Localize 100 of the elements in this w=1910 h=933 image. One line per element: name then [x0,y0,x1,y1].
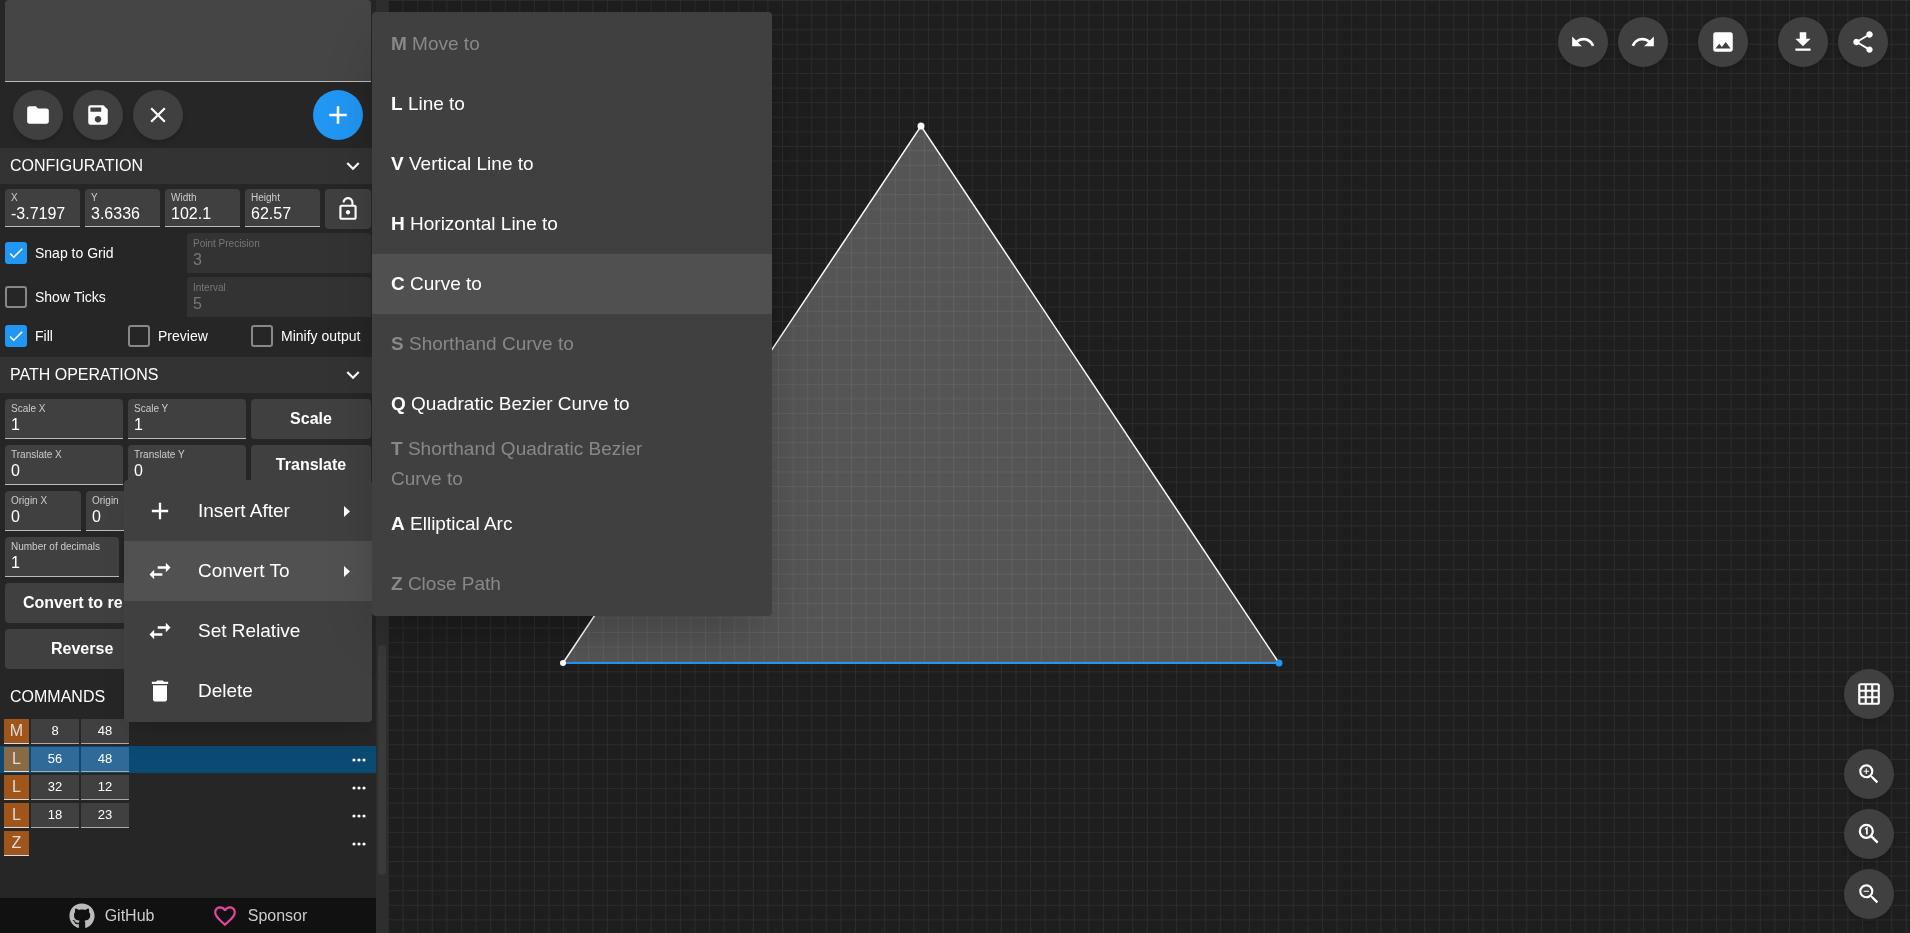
menu-item-label: Insert After [198,498,290,523]
lock-button[interactable] [325,189,371,229]
command-value[interactable]: 56 [31,747,79,772]
menu-item[interactable]: Set Relative [124,601,372,661]
redo-button[interactable] [1618,17,1668,67]
zoom-out-button[interactable] [1844,869,1894,919]
grid-button[interactable] [1844,669,1894,719]
text-field[interactable]: X -3.7197 [5,189,80,227]
command-value[interactable]: 48 [81,719,129,744]
menu-item[interactable]: Delete [124,661,372,721]
close-button[interactable] [133,90,183,140]
command-letter: L [4,803,29,828]
field-label: X [11,192,19,204]
command-value[interactable]: 12 [81,775,129,800]
share-icon [1850,29,1876,55]
field-label: Y [91,192,99,204]
checkbox[interactable] [5,286,27,308]
field-label: Translate X [11,449,63,461]
zoom-reset-button[interactable] [1844,809,1894,859]
footer-link[interactable]: GitHub [68,902,155,929]
more-icon[interactable] [352,785,366,790]
more-icon[interactable] [352,757,366,762]
command-row[interactable]: L 32 12 [0,774,376,801]
command-value[interactable]: 18 [31,803,79,828]
text-field[interactable]: Translate X 0 [5,445,123,485]
field-value: 1 [11,415,21,434]
zoom-in-button[interactable] [1844,749,1894,799]
submenu-arrow-icon [344,565,350,577]
text-field[interactable]: Scale Y 1 [128,399,246,439]
field-value: 0 [11,507,21,526]
github-icon [68,902,95,929]
field-value: 0 [11,461,21,480]
save-icon [85,102,111,128]
text-field[interactable]: Number of decimals 1 [5,537,119,577]
field-label: Point Precision [193,237,261,250]
grid-icon [1856,681,1882,707]
field-value: 5 [193,293,203,313]
save-button[interactable] [73,90,123,140]
submenu-item-label: C Curve to [391,272,483,296]
more-icon[interactable] [352,813,366,818]
share-button[interactable] [1838,17,1888,67]
command-row[interactable]: L 56 48 [0,746,376,773]
download-button[interactable] [1778,17,1828,67]
submenu-item[interactable]: L Line to [372,74,772,134]
checkbox[interactable] [251,325,273,347]
command-row[interactable]: M 8 48 [0,718,376,745]
more-icon[interactable] [352,841,366,846]
field-value: 1 [11,553,21,572]
field-value: 102.1 [171,204,213,223]
field-value: 1 [134,415,144,434]
text-field[interactable]: Scale X 1 [5,399,123,439]
command-value[interactable]: 32 [31,775,79,800]
command-letter: Z [4,831,29,856]
menu-item-label: Convert To [198,558,290,583]
submenu-item-label: Z Close Path [391,572,502,596]
command-value[interactable]: 23 [81,803,129,828]
menu-item[interactable]: Convert To [124,541,372,601]
menu-item-label: Delete [198,678,253,703]
field-label: Origin X [11,495,49,507]
field-label: Interval [193,281,227,294]
section-title: COMMANDS [10,687,106,707]
submenu-item-label: S Shorthand Curve to [391,332,575,356]
field-label: Translate Y [134,449,186,461]
field-value: 0 [134,461,144,480]
field-label: Origin [92,495,120,507]
submenu-arrow-icon [344,505,350,517]
undo-button[interactable] [1558,17,1608,67]
folder-button[interactable] [13,90,63,140]
command-value[interactable]: 8 [31,719,79,744]
submenu-item[interactable]: H Horizontal Line to [372,194,772,254]
text-field[interactable]: Height 62.57 [245,189,320,227]
footer-link[interactable]: Sponsor [211,902,308,929]
submenu-item[interactable]: A Elliptical Arc [372,494,772,554]
checkbox[interactable] [5,325,27,347]
field-label: Scale X [11,403,47,415]
checkbox-label: Preview [158,326,208,346]
submenu-item-label: V Vertical Line to [391,152,535,176]
field-label: Number of decimals [11,541,101,553]
checkbox[interactable] [128,325,150,347]
action-button[interactable]: Scale [251,399,371,439]
section-title: PATH OPERATIONS [10,365,159,385]
text-field[interactable]: Width 102.1 [165,189,240,227]
field-value: -3.7197 [11,204,67,223]
command-row[interactable]: Z [0,830,376,857]
export-image-button[interactable] [1698,17,1748,67]
submenu-item-label: T Shorthand Quadratic Bezier Curve to [391,437,644,491]
submenu-item[interactable]: C Curve to [372,254,772,314]
command-letter: L [4,775,29,800]
checkbox[interactable] [5,242,27,264]
field-value: 0 [92,507,102,526]
add-button[interactable] [313,90,363,140]
checkbox-label: Snap to Grid [35,243,114,263]
submenu-item-label: A Elliptical Arc [391,512,514,536]
text-field[interactable]: Y 3.6336 [85,189,160,227]
menu-item-label: Set Relative [198,618,301,643]
command-letter: L [4,747,29,772]
text-field[interactable]: Origin X 0 [5,491,81,531]
command-value[interactable]: 48 [81,747,129,772]
checkbox-label: Fill [35,326,53,346]
command-row[interactable]: L 18 23 [0,802,376,829]
